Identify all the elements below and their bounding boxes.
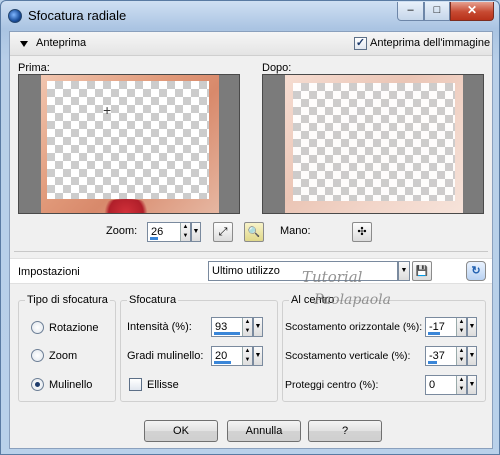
protect-stepper[interactable]: 0 ▲ ▼ [425, 375, 467, 395]
cancel-button[interactable]: Annulla [227, 420, 301, 442]
dialog-window: Sfocatura radiale – □ ✕ Anteprima ✓ Ante… [0, 0, 500, 455]
after-preview-pane [262, 74, 484, 214]
minimize-button[interactable]: – [397, 2, 424, 21]
zoom-tool-button[interactable]: 🔍 [244, 222, 264, 242]
twirl-spin-arrows-icon[interactable]: ▲ ▼ [242, 347, 252, 365]
ellipse-checkbox[interactable] [129, 378, 142, 391]
before-image-frame: + [41, 75, 219, 213]
rotazione-label[interactable]: Rotazione [49, 322, 99, 334]
h-offset-spin-arrows-icon[interactable]: ▲ ▼ [456, 318, 466, 336]
dialog-body: Anteprima ✓ Anteprima dell'immagine Prim… [9, 31, 493, 449]
presets-dropdown-button[interactable]: ▼ [398, 261, 410, 281]
v-offset-level-bar [428, 361, 437, 364]
center-group: Al centro Scostamento orizzontale (%): -… [282, 294, 486, 402]
blur-type-group: Tipo di sfocatura Rotazione Zoom Mulinel… [18, 294, 116, 402]
h-offset-dropdown-button[interactable]: ▼ [467, 317, 477, 337]
protect-dropdown-button[interactable]: ▼ [467, 375, 477, 395]
v-offset-dropdown-button[interactable]: ▼ [467, 346, 477, 366]
twirl-stepper[interactable]: 20 ▲ ▼ [211, 346, 253, 366]
before-label: Prima: [18, 62, 50, 74]
presets-label: Impostazioni [18, 266, 80, 278]
h-offset-stepper[interactable]: -17 ▲ ▼ [425, 317, 467, 337]
collapse-caret-icon[interactable] [20, 41, 28, 47]
app-icon [8, 9, 22, 23]
pan-label: Mano: [280, 225, 311, 237]
protect-label: Proteggi centro (%): [285, 379, 379, 391]
title-bar[interactable]: Sfocatura radiale – □ ✕ [1, 1, 499, 31]
intensity-label: Intensità (%): [127, 321, 192, 333]
pan-button[interactable]: ✣ [352, 222, 372, 242]
radio-mulinello[interactable] [31, 378, 44, 391]
blur-type-title: Tipo di sfocatura [25, 294, 110, 306]
show-image-checkbox[interactable]: ✓ [354, 37, 367, 50]
preview-header[interactable]: Anteprima ✓ Anteprima dell'immagine [10, 32, 492, 56]
h-offset-level-bar [428, 332, 440, 335]
twirl-level-bar [214, 361, 231, 364]
preview-section-label: Anteprima [36, 37, 87, 49]
before-preview-pane[interactable]: + [18, 74, 240, 214]
after-label: Dopo: [262, 62, 292, 74]
ellipse-label[interactable]: Ellisse [147, 379, 179, 391]
save-preset-button[interactable]: 💾 [412, 261, 432, 281]
separator [14, 251, 488, 252]
close-button[interactable]: ✕ [450, 2, 494, 21]
zoom-spin-arrows-icon[interactable]: ▲ ▼ [180, 223, 190, 241]
red-flower-shape [101, 199, 151, 213]
after-transparent-area [293, 83, 455, 201]
reset-button[interactable]: ↻ [466, 261, 486, 281]
show-image-label: Anteprima dell'immagine [370, 37, 491, 49]
mulinello-label[interactable]: Mulinello [49, 379, 92, 391]
blur-group: Sfocatura Intensità (%): 93 ▲ ▼ ▼ Gradi m… [120, 294, 278, 402]
reset-icon: ↻ [471, 265, 481, 277]
after-image-frame [285, 75, 463, 213]
ok-button[interactable]: OK [144, 420, 218, 442]
zoom-fit-button[interactable]: ⤢ [213, 222, 233, 242]
protect-value: 0 [429, 379, 436, 391]
protect-spin-arrows-icon[interactable]: ▲ ▼ [456, 376, 466, 394]
blur-title: Sfocatura [127, 294, 179, 306]
pan-icon: ✣ [357, 226, 367, 238]
checkmark-icon: ✓ [355, 37, 366, 49]
window-title: Sfocatura radiale [28, 8, 127, 23]
intensity-stepper[interactable]: 93 ▲ ▼ [211, 317, 253, 337]
h-offset-label: Scostamento orizzontale (%): [285, 321, 423, 333]
watermark-line1: Tutorial [302, 268, 363, 286]
save-icon: 💾 [415, 266, 429, 277]
twirl-dropdown-button[interactable]: ▼ [253, 346, 263, 366]
zoom-fit-icon: ⤢ [218, 226, 228, 238]
v-offset-label: Scostamento verticale (%): [285, 350, 411, 362]
watermark-line2: Paolapaola [314, 292, 391, 308]
radio-zoom[interactable] [31, 349, 44, 362]
zoom-dropdown-button[interactable]: ▼ [191, 222, 201, 242]
radio-rotazione[interactable] [31, 321, 44, 334]
zoom-label: Zoom: [106, 225, 138, 237]
twirl-label: Gradi mulinello: [127, 350, 204, 362]
v-offset-stepper[interactable]: -37 ▲ ▼ [425, 346, 467, 366]
magnifier-icon: 🔍 [247, 227, 261, 238]
v-offset-spin-arrows-icon[interactable]: ▲ ▼ [456, 347, 466, 365]
maximize-button[interactable]: □ [424, 2, 450, 21]
zoom-stepper[interactable]: 26 ▲ ▼ [147, 222, 191, 242]
presets-bar: Impostazioni Ultimo utilizzo ▼ 💾 ↻ [10, 258, 492, 284]
before-transparent-area [47, 81, 209, 199]
zoom-level-bar [150, 237, 158, 240]
zoom-option-label[interactable]: Zoom [49, 350, 77, 362]
help-button[interactable]: ? [308, 420, 382, 442]
intensity-level-bar [214, 332, 240, 335]
presets-value: Ultimo utilizzo [212, 265, 280, 277]
crosshair-icon: + [103, 102, 112, 118]
intensity-dropdown-button[interactable]: ▼ [253, 317, 263, 337]
intensity-spin-arrows-icon[interactable]: ▲ ▼ [242, 318, 252, 336]
